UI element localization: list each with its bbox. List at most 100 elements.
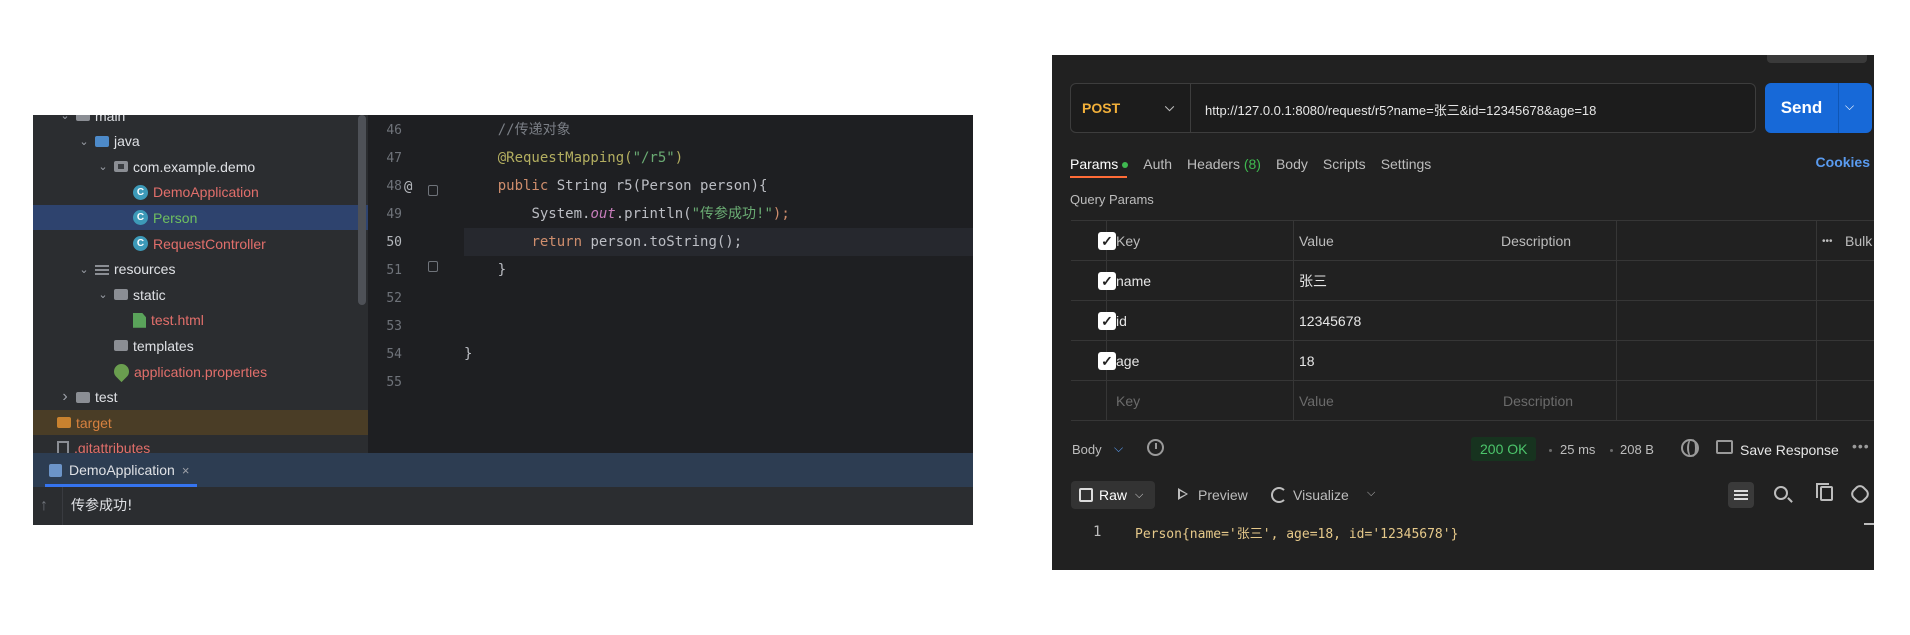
new-description-input[interactable]: Description — [1503, 381, 1573, 421]
tree-item-requestcontroller[interactable]: C RequestController — [33, 231, 368, 256]
column-divider — [1616, 261, 1617, 301]
globe-icon[interactable] — [1681, 439, 1699, 457]
response-body-text[interactable]: Person{name='张三', age=18, id='12345678'} — [1135, 523, 1458, 542]
chevron-down-icon[interactable]: ⌄ — [96, 288, 110, 302]
close-icon[interactable]: × — [182, 463, 190, 478]
raw-format-select[interactable]: Raw ⌵ — [1071, 481, 1155, 509]
code-text: person.toString(); — [582, 234, 743, 250]
more-options-icon[interactable]: ••• — [1852, 438, 1870, 454]
new-key-input[interactable]: Key — [1116, 381, 1140, 421]
tab-headers[interactable]: Headers (8) — [1187, 156, 1261, 172]
send-button[interactable]: Send ⌵ — [1765, 83, 1872, 133]
tree-item-static[interactable]: ⌄ static — [33, 282, 368, 307]
query-params-title: Query Params — [1070, 192, 1154, 207]
chevron-down-icon[interactable]: ⌄ — [77, 134, 91, 148]
param-value-cell[interactable]: 18 — [1299, 341, 1315, 381]
tab-count-badge: (8) — [1239, 156, 1261, 172]
folder-icon — [114, 289, 128, 301]
new-value-input[interactable]: Value — [1299, 381, 1334, 421]
tree-item-test[interactable]: › test — [33, 385, 368, 410]
chevron-down-icon[interactable]: ⌵ — [1845, 99, 1854, 114]
tree-item-demoapplication[interactable]: C DemoApplication — [33, 180, 368, 205]
preview-button[interactable]: Preview — [1198, 487, 1248, 503]
run-tab-demoapplication[interactable]: DemoApplication × — [43, 453, 195, 487]
checkbox[interactable]: ✓ — [1098, 312, 1116, 330]
arrow-up-icon[interactable]: ↑ — [40, 497, 48, 515]
tree-item-target[interactable]: target — [33, 410, 368, 436]
visualize-icon[interactable] — [1271, 487, 1287, 503]
chevron-down-icon[interactable]: ⌵ — [1367, 487, 1375, 500]
run-console[interactable]: ↑ 传参成功! — [33, 487, 973, 525]
column-divider — [1816, 221, 1817, 261]
line-number: 55 — [386, 375, 402, 390]
tab-params[interactable]: Params — [1070, 156, 1129, 172]
send-button-label[interactable]: Send — [1765, 83, 1839, 133]
http-method-label: POST — [1082, 100, 1121, 116]
tab-label: Body — [1275, 156, 1308, 172]
http-method-select[interactable]: POST ⌵ — [1071, 84, 1191, 132]
bulk-edit-button[interactable]: Bulk Edit — [1845, 221, 1874, 261]
code-string: "传参成功!" — [691, 206, 773, 222]
visualize-button[interactable]: Visualize — [1293, 487, 1349, 503]
status-badge: 200 OK — [1471, 437, 1537, 461]
save-response-icon[interactable] — [1716, 440, 1733, 454]
param-key-cell[interactable]: age — [1116, 341, 1139, 381]
tree-item-main[interactable]: ⌄ main — [33, 115, 368, 128]
save-response-button[interactable]: Save Response — [1740, 442, 1839, 458]
code-editor[interactable]: //传递对象 @RequestMapping("/r5") public Str… — [464, 115, 973, 453]
response-body-tab[interactable]: Body — [1072, 442, 1102, 457]
run-tab-label: DemoApplication — [69, 462, 175, 478]
checkbox[interactable]: ✓ — [1098, 352, 1116, 370]
query-params-table: ✓KeyValueDescription•••Bulk Edit✓name张三✓… — [1071, 220, 1874, 421]
play-icon[interactable] — [1178, 488, 1188, 500]
param-value-cell[interactable]: 张三 — [1299, 261, 1327, 301]
checkbox[interactable]: ✓ — [1098, 232, 1116, 250]
fold-close-icon[interactable] — [428, 261, 438, 272]
tab-scripts[interactable]: Scripts — [1323, 156, 1366, 172]
tree-item-resources[interactable]: ⌄ resources — [33, 257, 368, 282]
url-input[interactable]: http://127.0.0.1:8080/request/r5?name=张三… — [1205, 100, 1596, 119]
run-tool-window-tabs: DemoApplication × — [33, 453, 973, 487]
column-divider — [1616, 381, 1617, 421]
active-tab-underline — [1070, 176, 1127, 178]
chevron-down-icon[interactable]: ⌄ — [96, 160, 110, 174]
code-field: out — [590, 206, 616, 222]
endpoint-gutter-icon[interactable]: @ — [404, 179, 412, 195]
chevron-down-icon[interactable]: ⌄ — [58, 115, 72, 123]
tree-item-com-example-demo[interactable]: ⌄ com.example.demo — [33, 154, 368, 179]
tree-item-test-html[interactable]: test.html — [33, 308, 368, 333]
tree-item-gitattributes[interactable]: .gitattributes — [33, 436, 368, 453]
param-key-cell[interactable]: id — [1116, 301, 1127, 341]
wrap-lines-icon[interactable] — [1728, 482, 1754, 508]
column-divider — [1816, 381, 1817, 421]
tree-item-application-properties[interactable]: application.properties — [33, 359, 368, 384]
tree-item-label: RequestController — [153, 235, 266, 252]
chevron-down-icon[interactable]: ⌵ — [1114, 441, 1123, 456]
search-icon[interactable] — [1774, 486, 1788, 500]
project-tree-scrollbar[interactable] — [358, 115, 366, 305]
project-tree: ⌄ main ⌄ java ⌄ com.example.demo C DemoApplicat… — [33, 115, 368, 453]
raw-icon — [1079, 488, 1093, 502]
tab-auth[interactable]: Auth — [1143, 156, 1172, 172]
param-value-cell[interactable]: 12345678 — [1299, 301, 1361, 341]
tab-body[interactable]: Body — [1276, 156, 1308, 172]
column-divider — [1293, 261, 1294, 301]
tree-item-java[interactable]: ⌄ java — [33, 129, 368, 154]
tab-settings[interactable]: Settings — [1381, 156, 1432, 172]
copy-icon[interactable] — [1816, 483, 1833, 501]
chevron-down-icon[interactable]: ⌄ — [77, 262, 91, 276]
link-icon[interactable] — [1848, 482, 1872, 506]
more-options-icon[interactable]: ••• — [1822, 221, 1833, 261]
tree-item-person[interactable]: C Person — [33, 205, 368, 231]
tree-item-templates[interactable]: templates — [33, 333, 368, 358]
param-key-cell[interactable]: name — [1116, 261, 1151, 301]
fold-open-icon[interactable] — [428, 185, 438, 196]
chevron-right-icon[interactable]: › — [58, 388, 72, 405]
column-divider — [1293, 341, 1294, 381]
checkbox[interactable]: ✓ — [1098, 272, 1116, 290]
cookies-link[interactable]: Cookies — [1816, 154, 1870, 170]
history-icon[interactable] — [1147, 439, 1164, 456]
